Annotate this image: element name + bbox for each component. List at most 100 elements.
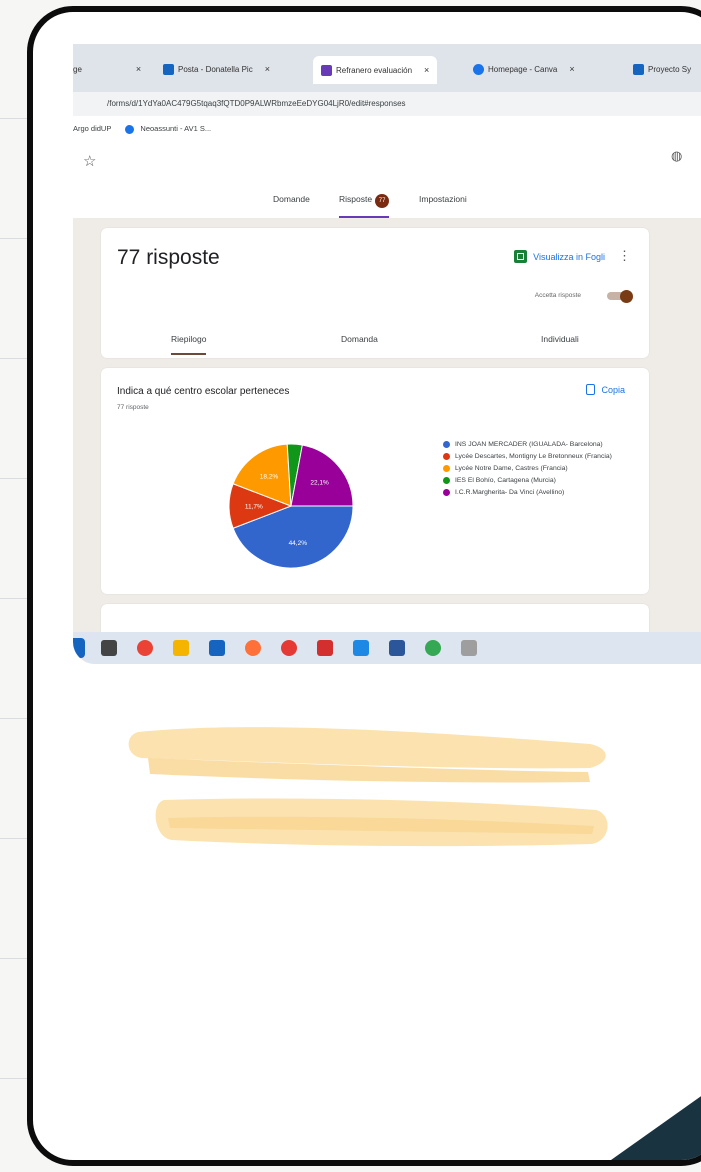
palette-icon[interactable]: ◍	[671, 148, 682, 164]
tab-domande[interactable]: Domande	[273, 194, 310, 204]
copy-chart-button[interactable]: Copia	[586, 384, 625, 395]
legend-item: Lycée Notre Dame, Castres (Francia)	[443, 464, 623, 473]
chart-legend: INS JOAN MERCADER (IGUALADA- Barcelona) L…	[443, 440, 623, 500]
legend-item: Lycée Descartes, Montigny Le Bretonneux …	[443, 452, 623, 461]
close-icon[interactable]: ×	[569, 64, 574, 74]
tab-label: Posta - Donatella Pic	[178, 64, 253, 74]
browser-tab[interactable]: Homepage - Canva ×	[473, 58, 575, 80]
pie-chart: 44,2% 11,7% 18,2% 22,1%	[228, 443, 354, 569]
question-response-count: 77 risposte	[117, 404, 149, 411]
zoom-icon[interactable]	[353, 640, 369, 656]
legend-label: INS JOAN MERCADER (IGUALADA- Barcelona)	[455, 441, 603, 448]
notebook-line	[0, 598, 30, 599]
legend-label: Lycée Notre Dame, Castres (Francia)	[455, 465, 568, 472]
pie-slice-label: 22,1%	[310, 480, 329, 487]
question-card: Indica a qué centro escolar perteneces 7…	[101, 368, 649, 594]
subtab-individuali[interactable]: Individuali	[541, 334, 579, 344]
firefox-icon[interactable]	[245, 640, 261, 656]
notebook-line	[0, 718, 30, 719]
summary-card: 77 risposte Visualizza in Fogli ⋮ Accett…	[101, 228, 649, 358]
legend-label: Lycée Descartes, Montigny Le Bretonneux …	[455, 453, 612, 460]
browser-tab[interactable]: Proyecto Sy	[633, 58, 691, 80]
opera-icon[interactable]	[281, 640, 297, 656]
corner-decoration	[611, 1082, 701, 1160]
canva-icon	[473, 63, 484, 75]
copy-icon	[586, 384, 596, 395]
browser-tab-active[interactable]: Refranero evaluación ×	[313, 56, 438, 84]
browser-tab[interactable]: ge ×	[73, 58, 141, 80]
sheets-icon	[514, 250, 528, 263]
legend-dot	[443, 441, 450, 448]
legend-item: IES El Bohío, Cartagena (Murcia)	[443, 476, 623, 485]
task-view-icon[interactable]	[101, 640, 117, 656]
legend-dot	[443, 477, 450, 484]
notebook-line	[0, 358, 30, 359]
responses-count-badge: 77	[375, 194, 390, 208]
chrome-profile-icon[interactable]	[425, 640, 441, 656]
tab-label: Proyecto Sy	[648, 64, 692, 74]
responses-content: 77 risposte Visualizza in Fogli ⋮ Accett…	[73, 218, 701, 664]
bookmark-item[interactable]: Argo didUP	[73, 124, 111, 133]
subtab-domanda[interactable]: Domanda	[341, 334, 378, 344]
browser-tab[interactable]: Posta - Donatella Pic ×	[163, 58, 270, 80]
forms-toolbar: ☆ ◍	[73, 142, 701, 182]
windows-taskbar: ⛰ 8°	[73, 632, 701, 664]
word-icon[interactable]	[389, 640, 405, 656]
chrome-icon[interactable]	[137, 640, 153, 656]
pie-slice-label: 18,2%	[260, 473, 279, 480]
browser-tab-bar: ge × Posta - Donatella Pic × Refranero e…	[73, 44, 701, 92]
forms-icon	[321, 64, 332, 76]
legend-item: I.C.R.Margherita- Da Vinci (Avellino)	[443, 488, 623, 497]
legend-item: INS JOAN MERCADER (IGUALADA- Barcelona)	[443, 440, 623, 449]
bookmark-icon	[125, 124, 135, 134]
tab-risposte-label: Risposte	[339, 194, 373, 204]
windows-start-icon[interactable]	[73, 638, 85, 658]
question-title: Indica a qué centro escolar perteneces	[117, 386, 290, 397]
subtab-riepilogo[interactable]: Riepilogo	[171, 334, 207, 355]
notebook-line	[0, 958, 30, 959]
notebook-line	[0, 238, 30, 239]
phone-frame: ge × Posta - Donatella Pic × Refranero e…	[27, 6, 701, 1166]
pie-slice-label: 44,2%	[289, 540, 308, 547]
notebook-line	[0, 118, 30, 119]
notebook-line	[0, 478, 30, 479]
highlighter-scribble	[128, 727, 608, 847]
pie-slice-label: 11,7%	[245, 504, 263, 511]
more-options-icon[interactable]: ⋮	[618, 248, 631, 264]
acrobat-icon[interactable]	[317, 640, 333, 656]
close-icon[interactable]: ×	[265, 64, 270, 74]
accept-responses-toggle[interactable]	[607, 290, 633, 303]
proyecto-icon	[633, 63, 644, 75]
form-tabs: Domande Risposte 77 Impostazioni	[73, 182, 701, 219]
legend-dot	[443, 453, 450, 460]
bookmark-item[interactable]: Neoassunti - AV1 S...	[140, 124, 211, 133]
notebook-line	[0, 838, 30, 839]
tab-risposte[interactable]: Risposte 77	[339, 194, 390, 218]
view-in-sheets-button[interactable]: Visualizza in Fogli	[514, 250, 605, 263]
copy-label: Copia	[601, 384, 625, 395]
mail-icon[interactable]	[209, 640, 225, 656]
tab-label: ge	[73, 64, 82, 74]
pie-slice[interactable]	[290, 444, 354, 507]
notebook-line	[0, 1078, 30, 1079]
accept-responses-label: Accetta risposte	[534, 292, 581, 299]
legend-dot	[443, 465, 450, 472]
bookmarks-bar: Argo didUP Neoassunti - AV1 S...	[73, 116, 701, 143]
screenshot: ge × Posta - Donatella Pic × Refranero e…	[73, 44, 701, 664]
star-icon[interactable]: ☆	[83, 152, 96, 170]
close-icon[interactable]: ×	[136, 64, 141, 74]
close-icon[interactable]: ×	[424, 65, 429, 75]
address-bar[interactable]: /forms/d/1YdYa0AC479G5tqaq3fQTD0P9ALWRbm…	[73, 92, 701, 116]
paint-icon[interactable]	[461, 640, 477, 656]
legend-label: IES El Bohío, Cartagena (Murcia)	[455, 477, 556, 484]
tab-impostazioni[interactable]: Impostazioni	[419, 194, 467, 204]
responses-title: 77 risposte	[117, 246, 220, 269]
tab-label: Refranero evaluación	[336, 65, 413, 75]
outlook-icon	[163, 63, 174, 75]
file-explorer-icon[interactable]	[173, 640, 189, 656]
legend-dot	[443, 489, 450, 496]
tab-label: Homepage - Canva	[488, 64, 558, 74]
toggle-knob	[620, 290, 633, 303]
legend-label: I.C.R.Margherita- Da Vinci (Avellino)	[455, 489, 565, 496]
view-in-sheets-label: Visualizza in Fogli	[533, 251, 605, 262]
